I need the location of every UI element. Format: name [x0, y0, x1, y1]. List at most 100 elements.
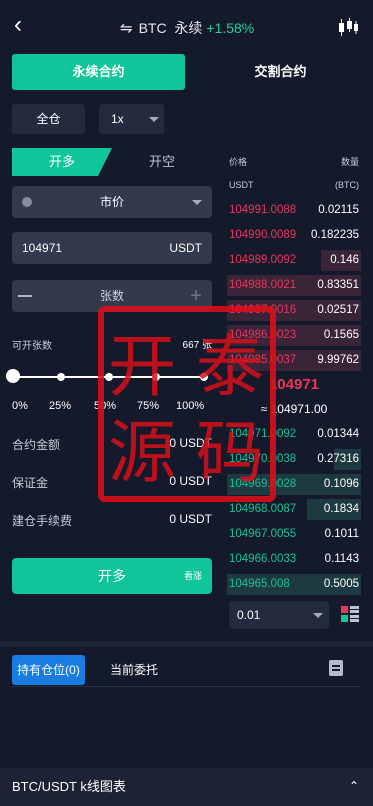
leverage-select[interactable]: 1x [99, 104, 164, 134]
ask-price: 104987.0016 [229, 304, 297, 316]
tick-label[interactable]: 100% [176, 400, 204, 412]
ask-row[interactable]: 104986.0023 0.1565 [227, 325, 361, 346]
available-label: 可开张数 [12, 341, 52, 352]
ask-qty: 0.02517 [317, 304, 359, 316]
ask-row[interactable]: 104989.0092 0.146 [227, 250, 361, 271]
bid-row[interactable]: 104967.0055 0.1011 [227, 524, 361, 545]
slider-dot-25[interactable] [57, 373, 65, 381]
bid-qty: 0.01344 [317, 428, 359, 440]
chevron-up-icon[interactable]: ⌃ [349, 780, 359, 792]
caret-down-icon [313, 613, 323, 618]
contract-amount-value: 0 USDT [169, 436, 212, 450]
ask-price: 104991.0088 [229, 204, 297, 216]
precision-select[interactable]: 0.01 [229, 601, 329, 629]
tab-delivery[interactable]: 交割合约 [200, 54, 361, 90]
section-divider [0, 641, 373, 647]
price-value: 104971 [22, 241, 63, 255]
tick-label[interactable]: 0% [12, 400, 28, 412]
ask-qty: 0.02115 [318, 204, 359, 216]
document-icon[interactable] [329, 660, 343, 676]
qty-col-header: 数量 [340, 157, 359, 167]
order-type-label: 市价 [99, 195, 124, 209]
header: ‹ ⇋ BTC 永续 +1.58% [0, 0, 373, 52]
price-unit: USDT [169, 241, 202, 255]
ask-price: 104990.0089 [229, 229, 297, 241]
price-unit: USDT [229, 180, 254, 190]
precision-value: 0.01 [237, 608, 261, 622]
price-input[interactable]: 104971 USDT [12, 232, 212, 264]
bid-row[interactable]: 104970.0038 0.27316 [227, 449, 361, 470]
margin-mode-button[interactable]: 全仓 [12, 104, 85, 134]
bid-price: 104968.0087 [229, 503, 297, 515]
contract-kind: 永续 [174, 20, 203, 36]
bid-row[interactable]: 104971.0092 0.01344 [227, 424, 361, 445]
bid-qty: 0.1011 [324, 528, 359, 540]
bid-qty: 0.1143 [324, 553, 359, 565]
slider-dot-100[interactable] [200, 373, 208, 381]
tick-label[interactable]: 50% [94, 400, 116, 412]
symbol-title[interactable]: ⇋ BTC 永续 +1.58% [120, 18, 254, 38]
bid-row[interactable]: 104969.0028 0.1096 [227, 474, 361, 495]
bid-price: 104965.008 [229, 578, 290, 590]
watermark-char: 开 [108, 328, 176, 407]
bid-price: 104971.0092 [229, 428, 297, 440]
ask-price: 104986.0023 [229, 329, 297, 341]
open-long-button[interactable]: 开多 看涨 [12, 558, 212, 594]
price-col-header: 价格 [229, 157, 248, 167]
bid-row[interactable]: 104965.008 0.5005 [227, 574, 361, 595]
tab-open-short[interactable]: 开空 [112, 148, 212, 176]
slider-dot-75[interactable] [152, 373, 160, 381]
bid-row[interactable]: 104968.0087 0.1834 [227, 499, 361, 520]
margin-label: 保证金 [12, 476, 49, 490]
kline-label: BTC/USDT k线图表 [12, 779, 126, 794]
ask-qty: 0.1565 [323, 329, 359, 341]
candlestick-icon[interactable] [337, 16, 359, 38]
bid-price: 104970.0038 [229, 453, 297, 465]
ask-row[interactable]: 104991.0088 0.02115 [227, 200, 361, 221]
bid-qty: 0.1834 [323, 503, 359, 515]
bid-qty: 0.5005 [323, 578, 359, 590]
tab-open-long[interactable]: 开多 [12, 148, 112, 176]
quantity-placeholder: 张数 [99, 289, 124, 303]
bid-price: 104969.0028 [229, 478, 297, 490]
swap-icon: ⇋ [120, 20, 133, 37]
ask-qty: 0.182235 [311, 229, 359, 241]
order-type-select[interactable]: 市价 [12, 186, 212, 218]
tick-label[interactable]: 25% [49, 400, 71, 412]
open-fee-value: 0 USDT [169, 512, 212, 526]
ask-qty: 0.83351 [317, 279, 359, 291]
quantity-stepper[interactable]: 张数 + [12, 280, 212, 312]
ask-row[interactable]: 104985.0037 9.99762 [227, 350, 361, 371]
contract-tabs: 永续合约 交割合约 [12, 54, 361, 90]
slider-handle[interactable] [6, 369, 20, 383]
back-chevron-icon[interactable]: ‹ [14, 13, 36, 38]
mark-price: ≈ 104971.00 [260, 402, 328, 416]
amount-slider[interactable] [6, 369, 212, 384]
tick-label[interactable]: 75% [137, 400, 159, 412]
bullish-tag: 看涨 [183, 571, 202, 581]
ask-row[interactable]: 104990.0089 0.182235 [227, 225, 361, 246]
bid-row[interactable]: 104966.0033 0.1143 [227, 549, 361, 570]
last-price: 104971 [268, 376, 320, 393]
bid-qty: 0.27316 [317, 453, 359, 465]
open-fee-row: 建仓手续费 0 USDT [12, 512, 212, 528]
orderbook-units: USDT (BTC) [229, 180, 359, 190]
caret-down-icon [192, 200, 202, 205]
ask-qty: 0.146 [330, 254, 359, 266]
tab-perpetual[interactable]: 永续合约 [12, 54, 185, 90]
tabs-underline [12, 686, 359, 687]
slider-dot-50[interactable] [105, 373, 113, 381]
ask-price: 104985.0037 [229, 354, 297, 366]
tab-open-orders[interactable]: 当前委托 [110, 655, 158, 685]
contract-amount-row: 合约金额 0 USDT [12, 436, 212, 452]
tab-positions[interactable]: 持有仓位(0) [12, 655, 85, 685]
orderbook-layout-icon[interactable] [341, 605, 359, 623]
ask-row[interactable]: 104987.0016 0.02517 [227, 300, 361, 321]
change-pct: +1.58% [206, 20, 255, 36]
ask-row[interactable]: 104988.0021 0.83351 [227, 275, 361, 296]
kline-bar[interactable]: BTC/USDT k线图表 ⌃ [0, 768, 373, 806]
margin-value: 0 USDT [169, 474, 212, 488]
plus-icon[interactable]: + [188, 286, 204, 306]
caret-down-icon [149, 117, 159, 122]
bid-qty: 0.1096 [323, 478, 359, 490]
